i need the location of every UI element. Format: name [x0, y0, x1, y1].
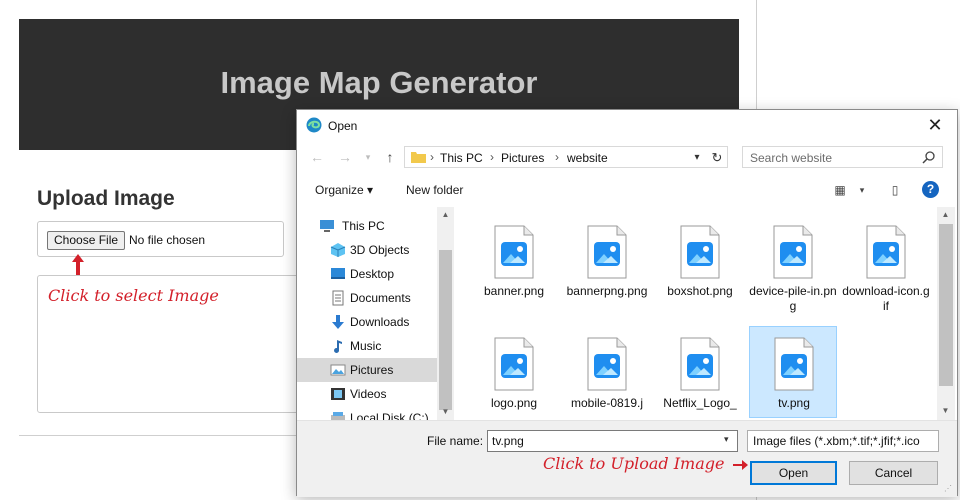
refresh-icon[interactable]: ↻ — [708, 149, 726, 167]
image-file-icon — [494, 225, 534, 279]
dialog-titlebar: Open ✕ — [297, 110, 957, 141]
nav-item-3d-objects[interactable]: 3D Objects — [297, 238, 437, 262]
nav-item-desktop[interactable]: Desktop — [297, 262, 437, 286]
file-tile[interactable]: banner.png — [470, 215, 558, 307]
address-dropdown-icon[interactable]: ▾ — [688, 149, 706, 167]
nav-item-local-disk[interactable]: Local Disk (C:) — [297, 406, 437, 420]
navigation-bar: ← → ▾ ↑ › This PC › Pictures › website ▾… — [297, 143, 957, 171]
view-dropdown-icon[interactable]: ▾ — [853, 181, 871, 199]
download-arrow-icon — [332, 315, 344, 329]
file-tile[interactable]: mobile-0819.j — [563, 327, 651, 419]
file-tile[interactable]: device-pile-in.png — [749, 215, 837, 313]
scrollbar-thumb[interactable] — [939, 224, 953, 386]
open-button[interactable]: Open — [750, 461, 837, 485]
file-name-field[interactable]: tv.png — [487, 430, 738, 452]
scroll-up-icon[interactable]: ▲ — [437, 208, 454, 222]
edge-browser-icon — [306, 117, 322, 133]
right-arrow-annotation-icon — [733, 460, 748, 470]
open-file-dialog: Open ✕ ← → ▾ ↑ › This PC › Pictures › we… — [296, 109, 958, 497]
nav-item-this-pc[interactable]: This PC — [297, 214, 437, 238]
file-list-scrollbar[interactable]: ▲ ▼ — [937, 207, 955, 420]
help-icon[interactable]: ? — [922, 181, 939, 198]
nav-item-pictures[interactable]: Pictures — [297, 358, 437, 382]
nav-item-videos[interactable]: Videos — [297, 382, 437, 406]
film-icon — [331, 388, 345, 400]
folder-icon — [411, 152, 426, 163]
scrollbar-thumb[interactable] — [439, 250, 452, 410]
breadcrumb-pictures[interactable]: Pictures — [501, 151, 544, 165]
view-options-icon[interactable]: ▦ — [831, 181, 849, 199]
breadcrumb-website[interactable]: website — [567, 151, 608, 165]
new-folder-button[interactable]: New folder — [406, 183, 463, 197]
nav-item-documents[interactable]: Documents — [297, 286, 437, 310]
scroll-up-icon[interactable]: ▲ — [937, 208, 954, 222]
file-tile[interactable]: boxshot.png — [656, 215, 744, 307]
file-name-dropdown-icon[interactable]: ▾ — [724, 434, 729, 445]
file-input[interactable]: Choose File No file chosen — [37, 221, 284, 257]
organize-menu[interactable]: Organize ▾ — [315, 183, 373, 197]
upload-heading: Upload Image — [37, 187, 175, 210]
file-status-text: No file chosen — [129, 233, 206, 247]
file-type-select[interactable]: Image files (*.xbm;*.tif;*.jfif;*.ico — [747, 430, 939, 452]
desktop-icon — [331, 268, 345, 279]
disk-icon — [331, 412, 345, 420]
image-file-icon — [773, 225, 813, 279]
pictures-icon — [330, 364, 346, 376]
close-button[interactable]: ✕ — [913, 110, 957, 141]
breadcrumb-this-pc[interactable]: This PC — [440, 151, 483, 165]
file-tile[interactable]: download-icon.gif — [842, 215, 930, 313]
upload-image-annotation: Click to Upload Image — [543, 454, 725, 473]
divider — [19, 435, 299, 436]
choose-file-button[interactable]: Choose File — [47, 231, 126, 250]
nav-item-downloads[interactable]: Downloads — [297, 310, 437, 334]
search-icon — [922, 151, 935, 164]
command-bar: Organize ▾ New folder ▦ ▾ ▯ ? — [297, 176, 957, 204]
nav-item-music[interactable]: Music — [297, 334, 437, 358]
image-file-icon — [587, 337, 627, 391]
image-file-icon — [774, 337, 814, 391]
preview-pane-icon[interactable]: ▯ — [886, 181, 904, 199]
file-tile-selected[interactable]: tv.png — [749, 326, 837, 418]
image-file-icon — [680, 225, 720, 279]
music-note-icon — [334, 340, 342, 353]
documents-icon — [332, 290, 344, 306]
forward-arrow-icon[interactable]: → — [335, 147, 355, 167]
search-box[interactable]: Search website — [742, 146, 943, 168]
cancel-button[interactable]: Cancel — [849, 461, 938, 485]
address-bar[interactable]: › This PC › Pictures › website ▾ ↻ — [404, 146, 728, 168]
image-file-icon — [680, 337, 720, 391]
image-file-icon — [587, 225, 627, 279]
recent-dropdown-icon[interactable]: ▾ — [358, 147, 378, 167]
image-file-icon — [866, 225, 906, 279]
file-name-value: tv.png — [492, 434, 524, 448]
dialog-title: Open — [328, 119, 358, 133]
search-input[interactable]: Search website — [750, 151, 832, 165]
nav-pane-scrollbar[interactable]: ▲ ▼ — [437, 207, 454, 420]
back-arrow-icon[interactable]: ← — [307, 147, 327, 167]
resize-grip-icon[interactable]: ⋰ — [944, 484, 954, 494]
file-tile[interactable]: logo.png — [470, 327, 558, 419]
file-list: banner.png bannerpng.png boxshot.png dev… — [457, 207, 937, 420]
scroll-down-icon[interactable]: ▼ — [437, 405, 454, 419]
file-tile[interactable]: bannerpng.png — [563, 215, 651, 307]
select-image-annotation: Click to select Image — [48, 286, 219, 305]
image-file-icon — [494, 337, 534, 391]
file-name-label: File name: — [427, 434, 484, 448]
cube-icon — [330, 243, 346, 257]
page-title: Image Map Generator — [220, 65, 538, 100]
scroll-down-icon[interactable]: ▼ — [937, 404, 954, 418]
file-type-value: Image files (*.xbm;*.tif;*.jfif;*.ico — [753, 434, 920, 448]
up-folder-icon[interactable]: ↑ — [380, 147, 400, 167]
file-tile[interactable]: Netflix_Logo_ — [656, 327, 744, 419]
navigation-pane: This PC 3D Objects Desktop Documents Dow… — [297, 207, 455, 420]
computer-icon — [320, 220, 334, 232]
